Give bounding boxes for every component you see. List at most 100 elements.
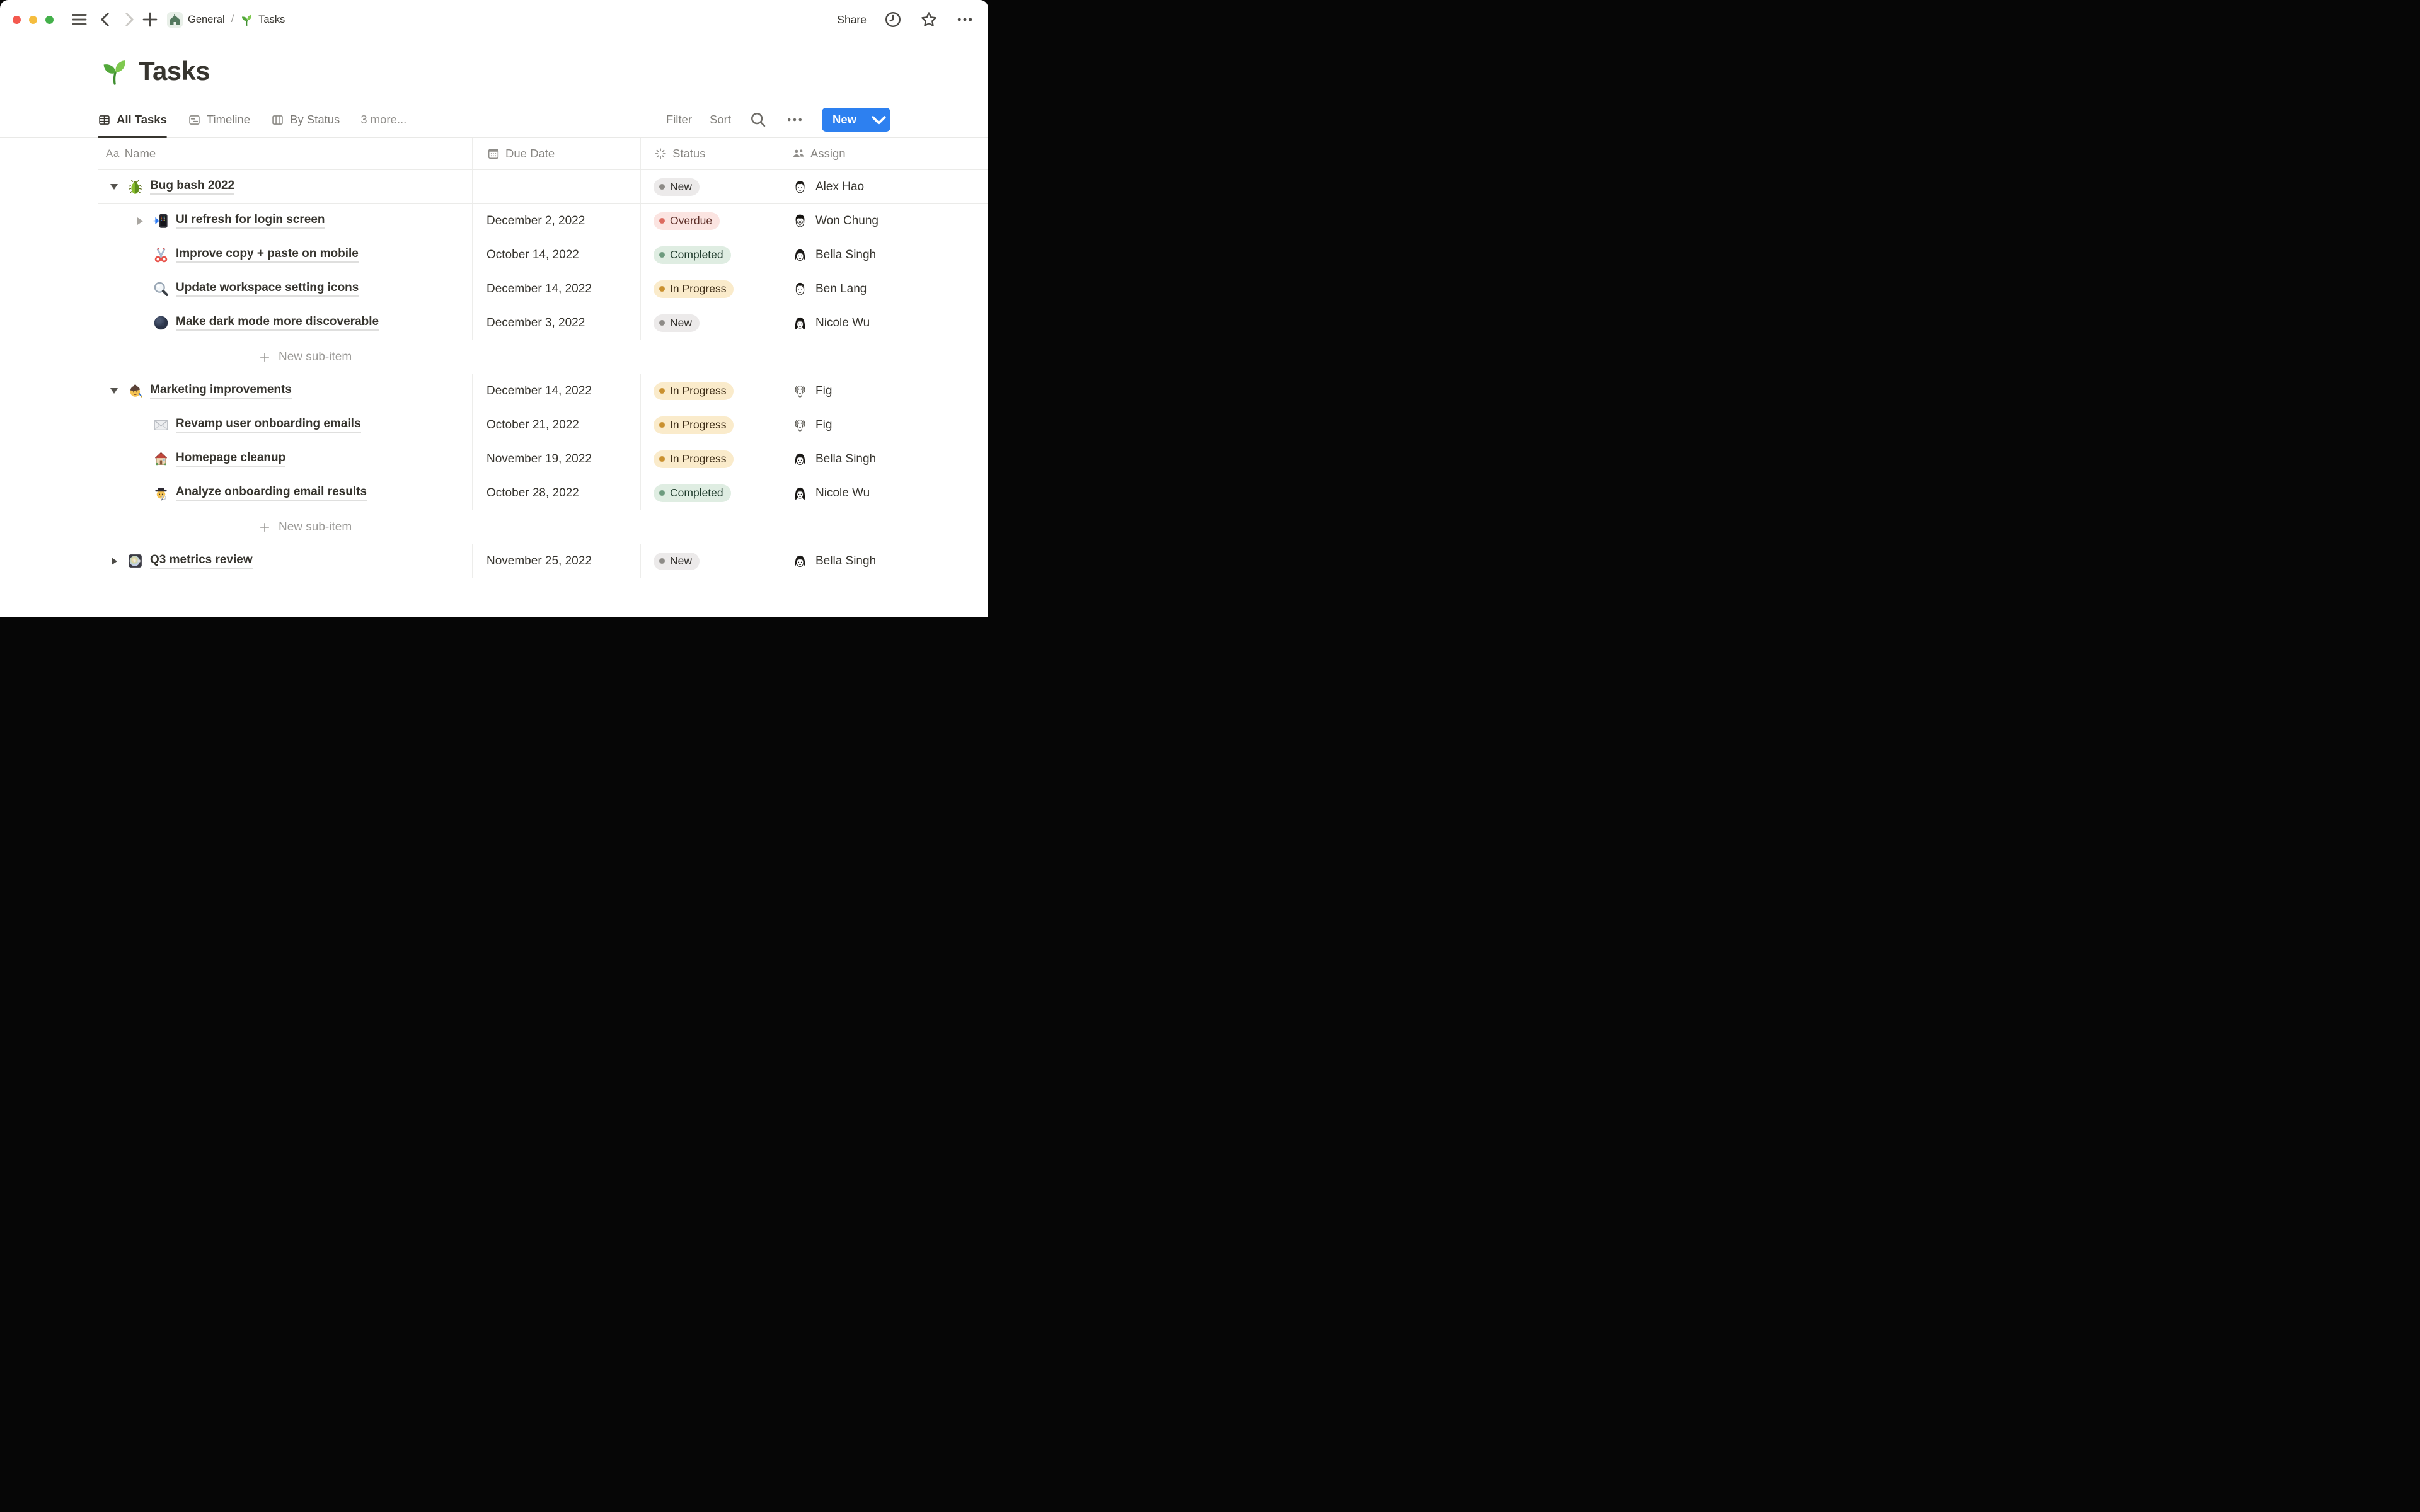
assign-cell[interactable]: Bella Singh bbox=[778, 442, 988, 476]
task-title[interactable]: Homepage cleanup bbox=[176, 451, 286, 467]
status-badge[interactable]: Overdue bbox=[654, 212, 720, 230]
name-cell[interactable]: Make dark mode more discoverable bbox=[98, 306, 473, 340]
tab-all-tasks[interactable]: All Tasks bbox=[98, 102, 167, 138]
back-icon[interactable] bbox=[96, 10, 115, 29]
zoom-window-button[interactable] bbox=[45, 15, 54, 24]
toggle-closed-icon[interactable] bbox=[132, 217, 147, 225]
view-options-icon[interactable] bbox=[785, 110, 804, 129]
filter-button[interactable]: Filter bbox=[666, 113, 692, 127]
status-cell[interactable]: In Progress bbox=[641, 272, 778, 306]
new-page-icon[interactable] bbox=[141, 10, 159, 29]
breadcrumb-teamspace[interactable]: General bbox=[188, 14, 225, 26]
status-badge[interactable]: In Progress bbox=[654, 416, 734, 434]
name-cell[interactable]: Update workspace setting icons bbox=[98, 272, 473, 306]
tab-timeline[interactable]: Timeline bbox=[188, 102, 250, 137]
task-title[interactable]: Analyze onboarding email results bbox=[176, 485, 367, 501]
new-sub-item-cell[interactable]: New sub-item bbox=[98, 340, 988, 374]
status-cell[interactable]: New bbox=[641, 170, 778, 203]
task-title[interactable]: Marketing improvements bbox=[150, 383, 292, 399]
more-views-button[interactable]: 3 more... bbox=[360, 113, 406, 127]
due-date-cell[interactable]: October 14, 2022 bbox=[473, 238, 641, 272]
sort-button[interactable]: Sort bbox=[710, 113, 731, 127]
new-sub-item-row[interactable]: New sub-item bbox=[98, 510, 988, 544]
task-title[interactable]: UI refresh for login screen bbox=[176, 213, 325, 229]
new-button-chevron-icon[interactable] bbox=[867, 108, 890, 132]
due-date-cell[interactable] bbox=[473, 170, 641, 203]
task-title[interactable]: Bug bash 2022 bbox=[150, 179, 235, 195]
due-date-cell[interactable]: October 28, 2022 bbox=[473, 476, 641, 510]
status-badge[interactable]: New bbox=[654, 552, 700, 570]
new-sub-item-cell[interactable]: New sub-item bbox=[98, 510, 988, 544]
due-date-cell[interactable]: October 21, 2022 bbox=[473, 408, 641, 442]
status-badge[interactable]: New bbox=[654, 178, 700, 196]
name-cell[interactable]: Bug bash 2022 bbox=[98, 170, 473, 203]
sidebar-toggle-icon[interactable] bbox=[70, 10, 89, 29]
name-cell[interactable]: Revamp user onboarding emails bbox=[98, 408, 473, 442]
toggle-open-icon[interactable] bbox=[107, 184, 122, 190]
status-badge[interactable]: In Progress bbox=[654, 382, 734, 400]
due-date-cell[interactable]: December 14, 2022 bbox=[473, 272, 641, 306]
status-cell[interactable]: Overdue bbox=[641, 204, 778, 238]
due-date-cell[interactable]: December 14, 2022 bbox=[473, 374, 641, 408]
new-button-label[interactable]: New bbox=[822, 108, 867, 132]
assign-cell[interactable]: Fig bbox=[778, 408, 988, 442]
assign-cell[interactable]: Nicole Wu bbox=[778, 306, 988, 340]
status-badge[interactable]: In Progress bbox=[654, 450, 734, 468]
teamspace-home-icon[interactable] bbox=[167, 11, 183, 28]
tab-by-status[interactable]: By Status bbox=[271, 102, 340, 137]
status-badge[interactable]: New bbox=[654, 314, 700, 332]
status-cell[interactable]: New bbox=[641, 544, 778, 578]
toggle-closed-icon[interactable] bbox=[107, 557, 122, 565]
breadcrumb-page[interactable]: Tasks bbox=[258, 14, 285, 26]
forward-icon[interactable] bbox=[119, 10, 138, 29]
status-cell[interactable]: Completed bbox=[641, 476, 778, 510]
task-title[interactable]: Make dark mode more discoverable bbox=[176, 315, 379, 331]
due-date-cell[interactable]: November 19, 2022 bbox=[473, 442, 641, 476]
column-header-status[interactable]: Status bbox=[641, 138, 778, 169]
updates-clock-icon[interactable] bbox=[884, 10, 902, 29]
toggle-open-icon[interactable] bbox=[107, 388, 122, 394]
name-cell[interactable]: UI refresh for login screen bbox=[98, 204, 473, 238]
assign-cell[interactable]: Bella Singh bbox=[778, 238, 988, 272]
status-cell[interactable]: In Progress bbox=[641, 442, 778, 476]
due-date-cell[interactable]: December 2, 2022 bbox=[473, 204, 641, 238]
minimize-window-button[interactable] bbox=[29, 15, 37, 24]
task-title[interactable]: Improve copy + paste on mobile bbox=[176, 247, 359, 263]
name-cell[interactable]: Marketing improvements bbox=[98, 374, 473, 408]
status-cell[interactable]: In Progress bbox=[641, 408, 778, 442]
status-cell[interactable]: New bbox=[641, 306, 778, 340]
assign-cell[interactable]: Alex Hao bbox=[778, 170, 988, 203]
due-date-cell[interactable]: November 25, 2022 bbox=[473, 544, 641, 578]
due-date: December 2, 2022 bbox=[487, 214, 585, 227]
new-button[interactable]: New bbox=[821, 108, 890, 132]
assignee-name: Fig bbox=[815, 384, 833, 398]
status-badge[interactable]: Completed bbox=[654, 484, 731, 502]
share-button[interactable]: Share bbox=[837, 13, 867, 26]
assign-cell[interactable]: Bella Singh bbox=[778, 544, 988, 578]
task-title[interactable]: Revamp user onboarding emails bbox=[176, 417, 361, 433]
view-controls: Filter Sort New bbox=[666, 108, 890, 132]
column-header-due-date[interactable]: Due Date bbox=[473, 138, 641, 169]
due-date-cell[interactable]: December 3, 2022 bbox=[473, 306, 641, 340]
status-badge[interactable]: Completed bbox=[654, 246, 731, 264]
assign-cell[interactable]: Won Chung bbox=[778, 204, 988, 238]
column-header-name[interactable]: Aa Name bbox=[98, 138, 473, 169]
name-cell[interactable]: Homepage cleanup bbox=[98, 442, 473, 476]
name-cell[interactable]: Improve copy + paste on mobile bbox=[98, 238, 473, 272]
status-cell[interactable]: In Progress bbox=[641, 374, 778, 408]
task-title[interactable]: Q3 metrics review bbox=[150, 553, 253, 569]
favorite-star-icon[interactable] bbox=[919, 10, 938, 29]
status-cell[interactable]: Completed bbox=[641, 238, 778, 272]
task-title[interactable]: Update workspace setting icons bbox=[176, 281, 359, 297]
assign-cell[interactable]: Nicole Wu bbox=[778, 476, 988, 510]
more-options-icon[interactable] bbox=[955, 10, 974, 29]
assign-cell[interactable]: Ben Lang bbox=[778, 272, 988, 306]
status-badge[interactable]: In Progress bbox=[654, 280, 734, 298]
name-cell[interactable]: Q3 metrics review bbox=[98, 544, 473, 578]
column-header-assign[interactable]: Assign bbox=[778, 138, 988, 169]
name-cell[interactable]: Analyze onboarding email results bbox=[98, 476, 473, 510]
close-window-button[interactable] bbox=[13, 15, 21, 24]
assign-cell[interactable]: Fig bbox=[778, 374, 988, 408]
new-sub-item-row[interactable]: New sub-item bbox=[98, 340, 988, 374]
search-icon[interactable] bbox=[749, 110, 768, 129]
